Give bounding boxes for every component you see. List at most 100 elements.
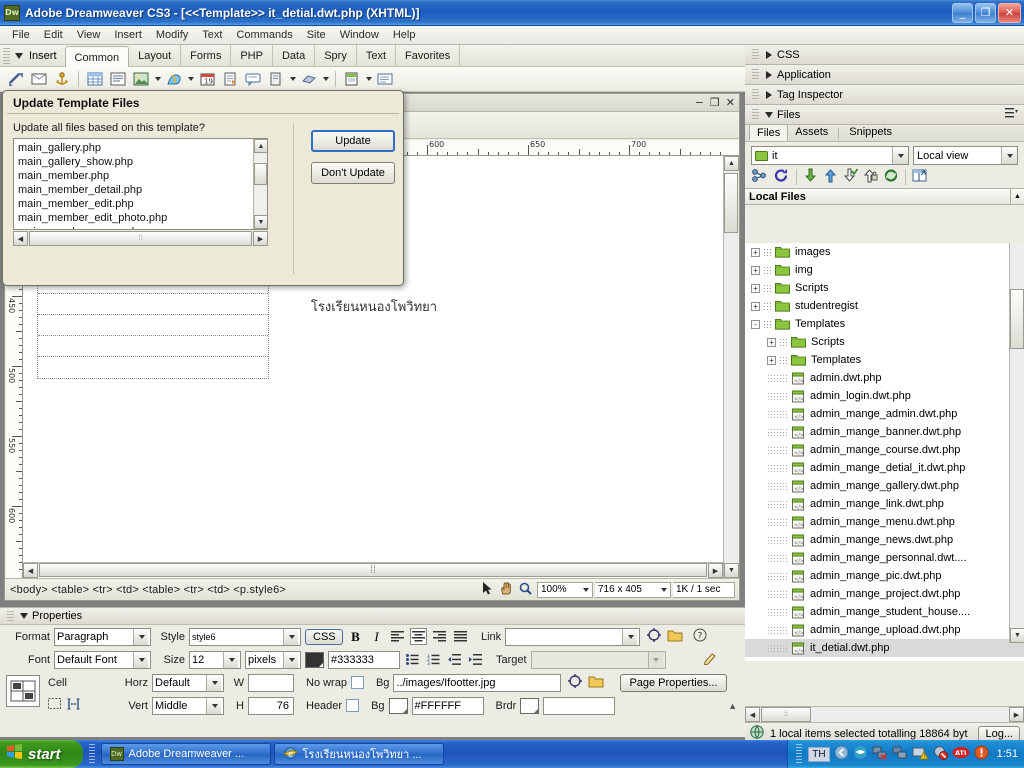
chevron-down-icon[interactable] <box>206 674 221 691</box>
insert-head-tag-icon[interactable] <box>266 70 286 89</box>
tab-snippets[interactable]: Snippets <box>842 124 899 141</box>
dialog-list-vertical-scrollbar[interactable]: ▲ ▼ <box>253 139 267 229</box>
tab-files[interactable]: Files <box>749 124 789 141</box>
file-tree-row[interactable]: </> admin_login.dwt.php <box>745 387 1024 405</box>
menu-edit[interactable]: Edit <box>37 27 70 43</box>
check-out-icon[interactable] <box>843 168 859 186</box>
ati-icon[interactable]: ATI <box>952 745 970 763</box>
put-files-icon[interactable] <box>823 168 838 186</box>
chevron-down-icon[interactable] <box>661 587 667 592</box>
files-tree-horizontal-scrollbar[interactable]: ◀ ⁞⁞ ▶ <box>745 706 1024 722</box>
tag-selector-path[interactable]: <body> <table> <tr> <td> <table> <tr> <t… <box>10 584 286 596</box>
file-tree-row[interactable]: </> admin_mange_news.dwt.php <box>745 531 1024 549</box>
insert-template-icon[interactable] <box>342 70 362 89</box>
taskbar-grip[interactable] <box>88 744 95 764</box>
hand-icon[interactable] <box>497 581 516 598</box>
bg-color-input[interactable]: #FFFFFF <box>411 696 484 715</box>
align-center-button[interactable] <box>410 628 427 645</box>
help-icon[interactable]: ? <box>693 628 707 645</box>
file-tree-row[interactable]: </> admin_mange_admin.dwt.php <box>745 405 1024 423</box>
connect-icon[interactable] <box>751 168 768 186</box>
menu-file[interactable]: File <box>5 27 37 43</box>
bg-image-input[interactable]: ../images/Ifootter.jpg <box>393 673 562 692</box>
vert-select[interactable]: Middle <box>152 696 224 715</box>
size-unit-select[interactable]: pixels <box>245 650 301 669</box>
tab-spry[interactable]: Spry <box>315 44 357 67</box>
scroll-right-button[interactable]: ▶ <box>708 563 723 578</box>
brdr-color-swatch[interactable] <box>520 697 540 714</box>
zoom-icon[interactable] <box>516 582 535 598</box>
nowrap-checkbox[interactable] <box>350 676 364 689</box>
close-icon[interactable]: ✕ <box>998 3 1021 23</box>
scroll-left-button[interactable]: ◀ <box>745 707 760 722</box>
chevron-right-icon[interactable] <box>766 90 772 99</box>
update-button[interactable]: Update <box>311 130 395 152</box>
chevron-down-icon[interactable] <box>188 77 194 81</box>
horizontal-scroll-thumb[interactable]: ⁞⁞ <box>761 707 811 722</box>
expand-node-icon[interactable]: + <box>751 247 760 257</box>
hyperlink-icon[interactable] <box>6 70 26 89</box>
tab-layout[interactable]: Layout <box>129 44 182 67</box>
cell-merge-icon[interactable] <box>6 675 40 707</box>
expand-node-icon[interactable]: + <box>767 355 776 365</box>
dialog-list-horizontal-scrollbar[interactable]: ◀ ⁞⁞ ▶ <box>13 231 268 246</box>
chevron-down-icon[interactable] <box>647 651 663 668</box>
outdent-button[interactable] <box>446 651 463 668</box>
file-tree-row[interactable]: + Scripts <box>745 333 1024 351</box>
menu-site[interactable]: Site <box>300 27 333 43</box>
file-tree-row[interactable]: </> admin_mange_course.dwt.php <box>745 441 1024 459</box>
indent-button[interactable] <box>467 651 484 668</box>
insert-tag-chooser-icon[interactable] <box>375 70 395 89</box>
scroll-up-button[interactable]: ▲ <box>254 139 267 153</box>
named-anchor-icon[interactable] <box>52 70 72 89</box>
tab-php[interactable]: PHP <box>231 44 273 67</box>
taskbar-item-dreamweaver[interactable]: Dw Adobe Dreamweaver ... <box>100 743 271 765</box>
file-tree-row[interactable]: </> admin_mange_banner.dwt.php <box>745 423 1024 441</box>
panel-grip[interactable] <box>7 610 14 622</box>
bg-color-swatch[interactable] <box>388 697 408 714</box>
antivirus-icon[interactable] <box>933 745 948 763</box>
list-item[interactable]: main_member_edit_photo.php <box>18 211 267 225</box>
menu-window[interactable]: Window <box>333 27 386 43</box>
panel-grip[interactable] <box>752 48 759 61</box>
expand-icon[interactable] <box>912 168 928 186</box>
tab-data[interactable]: Data <box>273 44 316 67</box>
tray-grip[interactable] <box>796 744 803 764</box>
format-select[interactable]: Paragraph <box>54 627 151 646</box>
menu-insert[interactable]: Insert <box>107 27 149 43</box>
messenger-icon[interactable] <box>853 745 868 763</box>
scroll-up-button[interactable]: ▲ <box>724 156 739 171</box>
refresh-icon[interactable] <box>773 168 790 186</box>
template-files-list[interactable]: main_gallery.php main_gallery_show.php m… <box>13 138 268 230</box>
align-right-button[interactable] <box>431 628 448 645</box>
width-input[interactable] <box>248 673 294 692</box>
css-button[interactable]: CSS <box>305 628 343 645</box>
file-tree-row[interactable]: + studentregist <box>745 297 1024 315</box>
vertical-scroll-thumb[interactable] <box>724 173 738 233</box>
file-tree-row[interactable]: </> admin_mange_pic.dwt.php <box>745 567 1024 585</box>
email-link-icon[interactable] <box>29 70 49 89</box>
start-button[interactable]: start <box>0 740 83 768</box>
synchronize-icon[interactable] <box>883 168 899 186</box>
list-item[interactable]: main_gallery_show.php <box>18 155 267 169</box>
list-item[interactable]: main_gallery.php <box>18 141 267 155</box>
insert-comment-icon[interactable] <box>243 70 263 89</box>
file-tree-row[interactable]: </> admin_mange_student_house.... <box>745 603 1024 621</box>
align-justify-button[interactable] <box>452 628 469 645</box>
chevron-down-icon[interactable] <box>765 111 773 118</box>
menu-modify[interactable]: Modify <box>149 27 195 43</box>
list-item[interactable]: main_member_group.php <box>18 225 267 229</box>
file-tree-row[interactable]: </> admin_mange_personnal.dwt.... <box>745 549 1024 567</box>
show-hidden-icon[interactable] <box>834 745 849 763</box>
insert-media-icon[interactable] <box>164 70 184 89</box>
menu-help[interactable]: Help <box>386 27 423 43</box>
header-checkbox[interactable] <box>346 699 360 712</box>
menu-commands[interactable]: Commands <box>229 27 299 43</box>
file-tree-row[interactable]: +website_register <box>745 657 1024 661</box>
list-item[interactable]: main_member_detail.php <box>18 183 267 197</box>
display-icon[interactable] <box>892 745 908 763</box>
file-tree-row[interactable]: </> it_detial.dwt.php <box>745 639 1024 657</box>
alert-icon[interactable] <box>974 745 989 763</box>
panel-options-icon[interactable] <box>1005 107 1024 122</box>
point-to-file-icon[interactable] <box>568 674 583 691</box>
